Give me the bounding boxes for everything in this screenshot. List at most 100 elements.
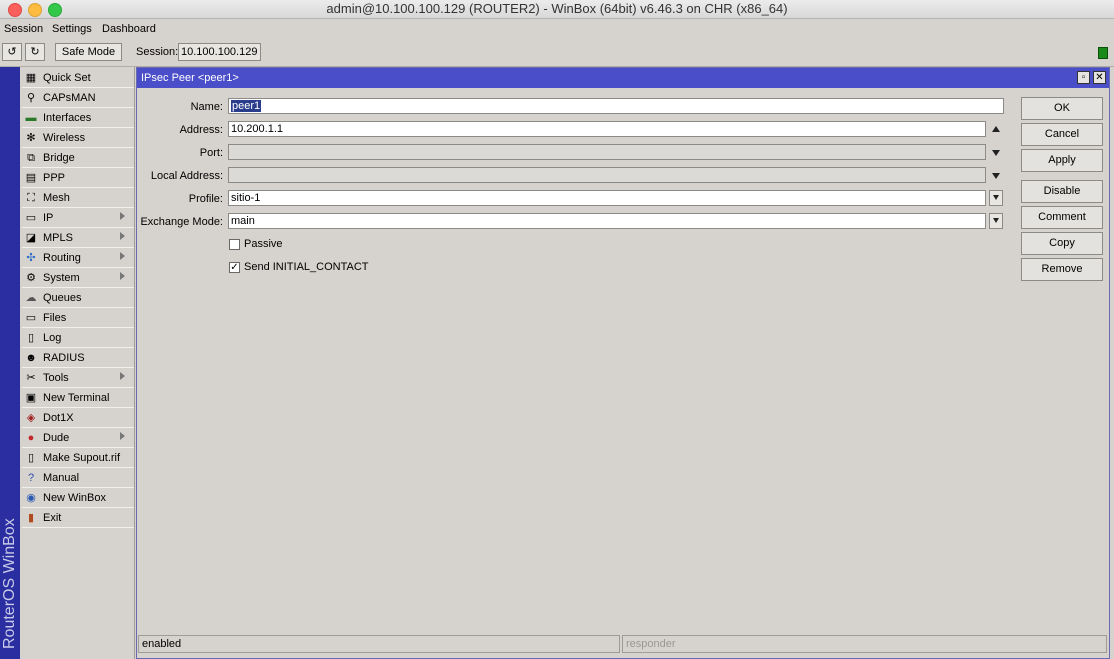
submenu-arrow-icon <box>120 212 125 220</box>
connection-status-indicator <box>1098 47 1108 59</box>
port-expand-icon[interactable] <box>992 150 1000 156</box>
exchange-mode-dropdown-icon[interactable] <box>989 213 1003 229</box>
bridge-icon: ⧉ <box>27 152 35 164</box>
sidebar-item-mpls[interactable]: ◪ MPLS <box>22 229 134 248</box>
disable-button[interactable]: Disable <box>1021 180 1103 203</box>
sidebar-item-label: PPP <box>43 172 66 184</box>
sidebar-item-routing[interactable]: ✣ Routing <box>22 249 134 268</box>
winbox-icon: ◉ <box>26 492 36 504</box>
sidebar-item-bridge[interactable]: ⧉ Bridge <box>22 149 134 168</box>
ppp-icon: ▤ <box>25 172 37 184</box>
sidebar-item-wireless[interactable]: ✻ Wireless <box>22 129 134 148</box>
port-field[interactable] <box>228 144 986 160</box>
sidebar-item-label: New Terminal <box>43 392 110 404</box>
sidebar-item-label: Dot1X <box>43 412 74 424</box>
sidebar-item-label: Log <box>43 332 62 344</box>
menu-settings[interactable]: Settings <box>52 23 92 35</box>
sidebar-item-label: Quick Set <box>43 72 91 84</box>
sidebar-item-dude[interactable]: ● Dude <box>22 429 134 448</box>
dialog-titlebar[interactable]: IPsec Peer <peer1> ▫ ✕ <box>137 68 1109 88</box>
undo-icon: ↺ <box>7 46 17 58</box>
ok-button[interactable]: OK <box>1021 97 1103 120</box>
close-icon: ✕ <box>1095 72 1104 83</box>
window-title: admin@10.100.100.129 (ROUTER2) - WinBox … <box>326 1 788 16</box>
profile-label: Profile: <box>188 193 223 205</box>
terminal-icon: ▣ <box>25 392 37 404</box>
close-dialog-button[interactable]: ✕ <box>1093 71 1106 84</box>
supout-icon: ▯ <box>27 452 35 464</box>
wireless-icon: ✻ <box>26 132 36 144</box>
address-label: Address: <box>179 124 223 136</box>
sidebar-item-label: Make Supout.rif <box>43 452 121 464</box>
session-value: 10.100.100.129 <box>178 43 261 61</box>
sidebar-item-exit[interactable]: ▮ Exit <box>22 509 134 528</box>
interfaces-icon: ▬ <box>25 112 37 124</box>
mesh-icon: ⛶ <box>27 192 35 204</box>
brand-bar: RouterOS WinBox <box>0 67 20 659</box>
sidebar-item-make-supout-rif[interactable]: ▯ Make Supout.rif <box>22 449 134 468</box>
local-address-field[interactable] <box>228 167 986 183</box>
exchange-mode-label: Exchange Mode: <box>140 216 223 228</box>
sidebar-item-files[interactable]: ▭ Files <box>22 309 134 328</box>
session-label: Session: <box>136 46 179 58</box>
sidebar-item-ip[interactable]: ▭ IP <box>22 209 134 228</box>
sidebar-item-label: IP <box>43 212 54 224</box>
send-initial-contact-checkbox[interactable]: ✓ <box>229 262 240 273</box>
comment-button[interactable]: Comment <box>1021 206 1103 229</box>
profile-dropdown-icon[interactable] <box>989 190 1003 206</box>
submenu-arrow-icon <box>120 432 125 440</box>
sidebar-item-quick-set[interactable]: ▦ Quick Set <box>22 69 134 88</box>
quick-set-icon: ▦ <box>25 72 37 84</box>
sidebar-item-label: CAPsMAN <box>43 92 96 104</box>
sidebar-item-label: RADIUS <box>43 352 85 364</box>
tools-icon: ✂ <box>26 372 36 384</box>
undo-button[interactable]: ↺ <box>2 43 22 61</box>
sidebar-item-manual[interactable]: ? Manual <box>22 469 134 488</box>
sidebar-item-ppp[interactable]: ▤ PPP <box>22 169 134 188</box>
name-value: peer1 <box>231 100 262 112</box>
sidebar-item-label: Queues <box>43 292 82 304</box>
sidebar-item-radius[interactable]: ☻ RADIUS <box>22 349 134 368</box>
sidebar-item-capsman[interactable]: ⚲ CAPsMAN <box>22 89 134 108</box>
safe-mode-button[interactable]: Safe Mode <box>55 43 122 61</box>
menu-bar: Session Settings Dashboard <box>0 19 1114 39</box>
sidebar-item-label: Mesh <box>43 192 70 204</box>
dude-icon: ● <box>27 432 35 444</box>
ipsec-peer-dialog: IPsec Peer <peer1> ▫ ✕ Name: peer1 Addre… <box>136 67 1110 659</box>
address-field[interactable]: 10.200.1.1 <box>228 121 986 137</box>
sidebar-item-mesh[interactable]: ⛶ Mesh <box>22 189 134 208</box>
name-label: Name: <box>190 101 223 113</box>
sidebar-item-new-winbox[interactable]: ◉ New WinBox <box>22 489 134 508</box>
address-collapse-icon[interactable] <box>992 126 1000 132</box>
name-field[interactable]: peer1 <box>228 98 1004 114</box>
exchange-mode-select[interactable]: main <box>228 213 986 229</box>
menu-session[interactable]: Session <box>4 23 43 35</box>
menu-dashboard[interactable]: Dashboard <box>102 23 156 35</box>
passive-checkbox[interactable] <box>229 239 240 250</box>
local-address-expand-icon[interactable] <box>992 173 1000 179</box>
sidebar-item-label: Exit <box>43 512 62 524</box>
sidebar-item-tools[interactable]: ✂ Tools <box>22 369 134 388</box>
profile-select[interactable]: sitio-1 <box>228 190 986 206</box>
apply-button[interactable]: Apply <box>1021 149 1103 172</box>
sidebar-item-label: New WinBox <box>43 492 106 504</box>
sidebar-item-interfaces[interactable]: ▬ Interfaces <box>22 109 134 128</box>
sidebar-item-log[interactable]: ▯ Log <box>22 329 134 348</box>
copy-button[interactable]: Copy <box>1021 232 1103 255</box>
status-role: responder <box>622 635 1107 653</box>
cancel-button[interactable]: Cancel <box>1021 123 1103 146</box>
remove-button[interactable]: Remove <box>1021 258 1103 281</box>
sidebar-item-dot1x[interactable]: ◈ Dot1X <box>22 409 134 428</box>
sidebar-item-label: Dude <box>43 432 70 444</box>
sidebar-item-label: Wireless <box>43 132 86 144</box>
passive-label: Passive <box>244 238 283 250</box>
sidebar-item-queues[interactable]: ☁ Queues <box>22 289 134 308</box>
manual-icon: ? <box>27 472 35 484</box>
status-enabled: enabled <box>138 635 620 653</box>
sidebar-item-label: Bridge <box>43 152 75 164</box>
submenu-arrow-icon <box>120 232 125 240</box>
sidebar-item-new-terminal[interactable]: ▣ New Terminal <box>22 389 134 408</box>
redo-button[interactable]: ↻ <box>25 43 45 61</box>
sidebar-item-system[interactable]: ⚙ System <box>22 269 134 288</box>
maximize-dialog-button[interactable]: ▫ <box>1077 71 1090 84</box>
